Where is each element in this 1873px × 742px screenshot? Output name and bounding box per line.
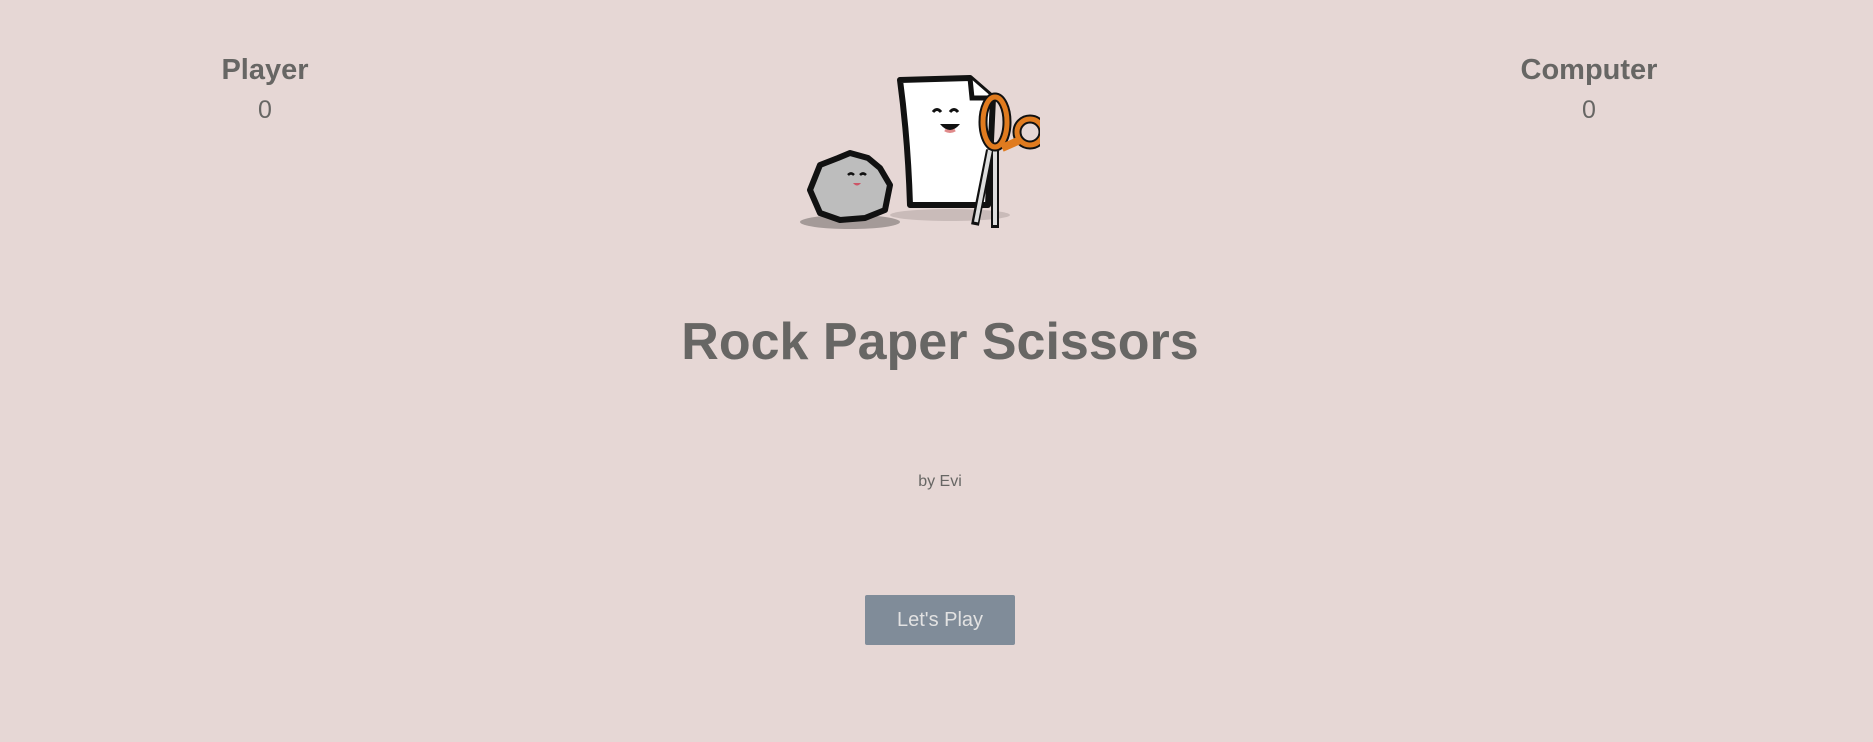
computer-score-panel: Computer 0 xyxy=(1469,52,1709,128)
author-byline: by Evi xyxy=(918,473,962,490)
rock-paper-scissors-illustration xyxy=(800,75,1040,229)
computer-score: 0 xyxy=(1582,96,1596,124)
lets-play-button[interactable]: Let's Play xyxy=(865,595,1015,645)
rock-icon xyxy=(807,150,893,223)
computer-label: Computer xyxy=(1520,54,1658,86)
scissors-icon xyxy=(971,92,1040,228)
player-score: 0 xyxy=(258,96,272,124)
page-title: Rock Paper Scissors xyxy=(681,313,1199,371)
player-label: Player xyxy=(221,54,309,86)
player-score-panel: Player 0 xyxy=(145,52,385,128)
